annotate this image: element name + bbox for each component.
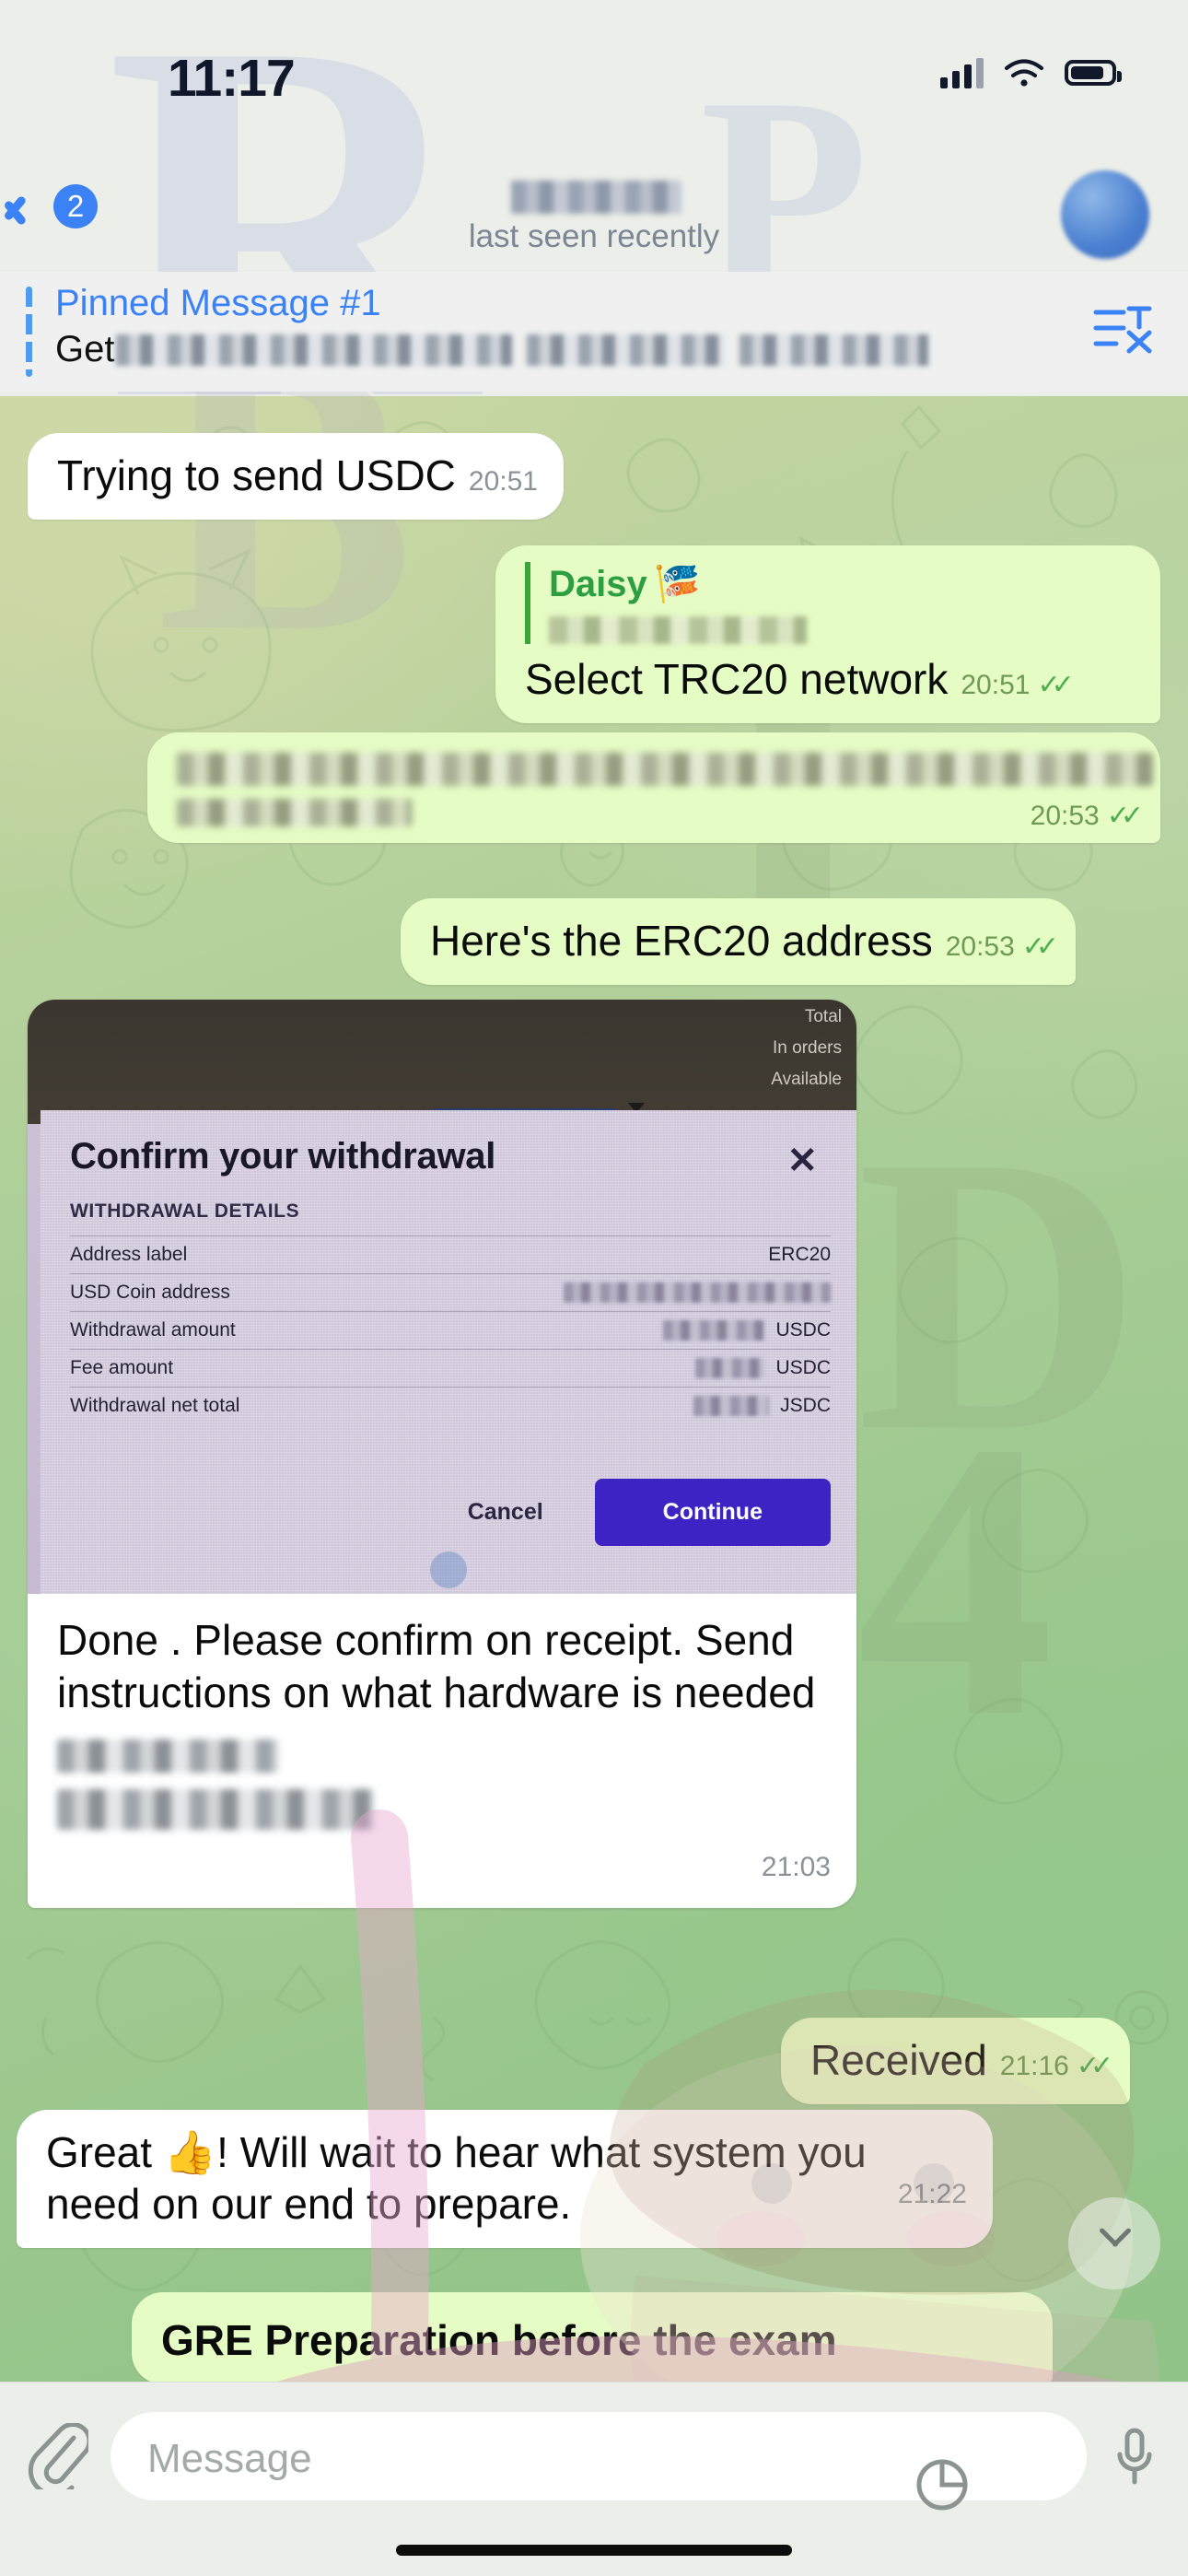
read-receipt-icon: ✓✓ — [1037, 669, 1074, 700]
redacted-value — [695, 1358, 765, 1378]
chat-header: 2 last seen recently — [0, 166, 1188, 272]
reply-quote[interactable]: Daisy 🎏 — [525, 562, 1135, 644]
message-bubble-outgoing[interactable]: Daisy 🎏 Select TRC20 network 20:51 ✓✓ — [495, 545, 1160, 723]
microphone-icon[interactable] — [1116, 2427, 1153, 2488]
home-indicator — [396, 2545, 792, 2556]
telegram-chat-screen: R P B I D 4 11:17 2 last seen recently P… — [0, 0, 1188, 2576]
row-key: Address label — [70, 1244, 188, 1265]
photo-caption: Done . Please confirm on receipt. Send i… — [28, 1594, 856, 1908]
message-text: Great 👍! Will wait to hear what system y… — [46, 2128, 867, 2229]
redacted-text — [177, 799, 412, 826]
row-key: USD Coin address — [70, 1282, 230, 1303]
message-time: 20:51 — [961, 669, 1031, 700]
message-text: Here's the ERC20 address — [430, 917, 933, 965]
photo-label-inorders: In orders — [773, 1038, 842, 1058]
photo-header-strip: Total In orders Available — [28, 1000, 856, 1124]
table-row: Withdrawal amount USDC — [70, 1311, 831, 1349]
pinned-messages-list-icon[interactable] — [1092, 301, 1153, 358]
battery-icon — [1065, 60, 1122, 86]
message-time: 20:53 — [945, 931, 1015, 962]
message-input-field[interactable]: Message — [111, 2412, 1087, 2511]
redacted-text — [177, 753, 1153, 786]
message-bubble-outgoing[interactable]: Received 21:16 ✓✓ — [781, 2018, 1131, 2105]
message-time: 21:03 — [761, 1852, 831, 1883]
message-time: 21:16 — [999, 2051, 1069, 2081]
message-text: Received — [810, 2036, 987, 2084]
continue-button[interactable]: Continue — [594, 1479, 831, 1546]
message-input-bar: Message — [0, 2382, 1188, 2576]
table-row: Address label ERC20 — [70, 1235, 831, 1273]
withdrawal-dialog: Confirm your withdrawal ✕ WITHDRAWAL DET… — [41, 1110, 856, 1594]
read-receipt-icon: ✓✓ — [1076, 2051, 1113, 2081]
signal-bars-icon — [940, 57, 984, 88]
redacted-text — [527, 334, 726, 366]
wifi-icon — [1004, 59, 1044, 87]
message-time: 21:22 — [897, 2179, 967, 2210]
sticker-icon[interactable] — [915, 2458, 969, 2512]
caption-text: Done . Please confirm on receipt. Send i… — [57, 1616, 816, 1717]
attached-photo[interactable]: Total In orders Available Confirm your w… — [28, 1000, 856, 1594]
pinned-preview: Get — [55, 329, 929, 370]
pinned-title: Pinned Message #1 — [55, 283, 381, 323]
dialog-actions: Cancel Continue — [70, 1479, 831, 1546]
row-key: Withdrawal net total — [70, 1395, 240, 1416]
message-bubble-outgoing[interactable]: 20:53 ✓✓ — [147, 732, 1160, 843]
redacted-text — [116, 334, 513, 366]
message-text: GRE Preparation before the exam — [161, 2316, 837, 2364]
message-text: Trying to send USDC — [57, 451, 456, 499]
row-value: USDC — [775, 1357, 831, 1378]
withdrawal-details-table: Address label ERC20 USD Coin address Wit… — [70, 1235, 831, 1424]
redacted-text — [57, 1739, 278, 1774]
dialog-section-title: WITHDRAWAL DETAILS — [70, 1200, 300, 1222]
table-row: USD Coin address — [70, 1273, 831, 1311]
read-receipt-icon: ✓✓ — [1106, 801, 1144, 832]
message-bubble-outgoing[interactable]: Here's the ERC20 address 20:53 ✓✓ — [401, 898, 1077, 986]
photo-label-available: Available — [771, 1070, 842, 1089]
row-value: USDC — [775, 1319, 831, 1341]
reply-emoji: 🎏 — [654, 563, 701, 605]
redacted-text — [57, 1789, 375, 1831]
message-input-placeholder: Message — [147, 2436, 312, 2481]
paperclip-icon[interactable] — [28, 2423, 88, 2489]
dialog-title: Confirm your withdrawal — [70, 1136, 496, 1177]
pinned-indicator — [26, 287, 32, 377]
scroll-to-bottom-button[interactable] — [1068, 2197, 1160, 2289]
cancel-button[interactable]: Cancel — [468, 1499, 543, 1526]
read-receipt-icon: ✓✓ — [1021, 931, 1059, 962]
message-bubble-photo[interactable]: Total In orders Available Confirm your w… — [28, 1000, 856, 1909]
status-bar-clock: 11:17 — [168, 49, 296, 108]
row-key: Withdrawal amount — [70, 1319, 236, 1341]
row-key: Fee amount — [70, 1357, 174, 1378]
redacted-text — [740, 334, 929, 366]
pinned-preview-text: Get — [55, 329, 115, 369]
reply-author: Daisy 🎏 — [549, 563, 701, 605]
status-bar: 11:17 — [0, 0, 1188, 166]
message-bubble-incoming[interactable]: Trying to send USDC 20:51 — [28, 433, 564, 521]
redacted-value — [564, 1282, 831, 1303]
photo-label-total: Total — [804, 1007, 842, 1026]
avatar[interactable] — [1061, 170, 1149, 259]
photo-home-indicator — [430, 1551, 467, 1588]
table-row: Fee amount USDC — [70, 1349, 831, 1387]
pinned-message-bar[interactable]: Pinned Message #1 Get — [0, 272, 1188, 392]
chevron-down-icon — [1099, 2228, 1130, 2259]
redacted-value — [663, 1320, 765, 1341]
message-bubble-outgoing[interactable]: GRE Preparation before the exam — [132, 2292, 1053, 2385]
redacted-value — [693, 1396, 770, 1416]
message-bubble-incoming[interactable]: Great 👍! Will wait to hear what system y… — [17, 2110, 993, 2249]
message-list[interactable]: Trying to send USDC 20:51 Daisy 🎏 Select… — [0, 396, 1188, 2385]
message-time: 20:53 — [1030, 801, 1100, 832]
message-text: Select TRC20 network — [525, 654, 949, 703]
row-value: JSDC — [780, 1395, 831, 1416]
row-value: ERC20 — [768, 1244, 831, 1265]
message-time: 20:51 — [468, 466, 538, 497]
chat-title-redacted — [511, 181, 681, 214]
table-row: Withdrawal net total JSDC — [70, 1387, 831, 1424]
redacted-text — [549, 615, 807, 644]
chat-subtitle: last seen recently — [468, 218, 720, 254]
close-x-icon[interactable]: ✕ — [786, 1140, 818, 1182]
